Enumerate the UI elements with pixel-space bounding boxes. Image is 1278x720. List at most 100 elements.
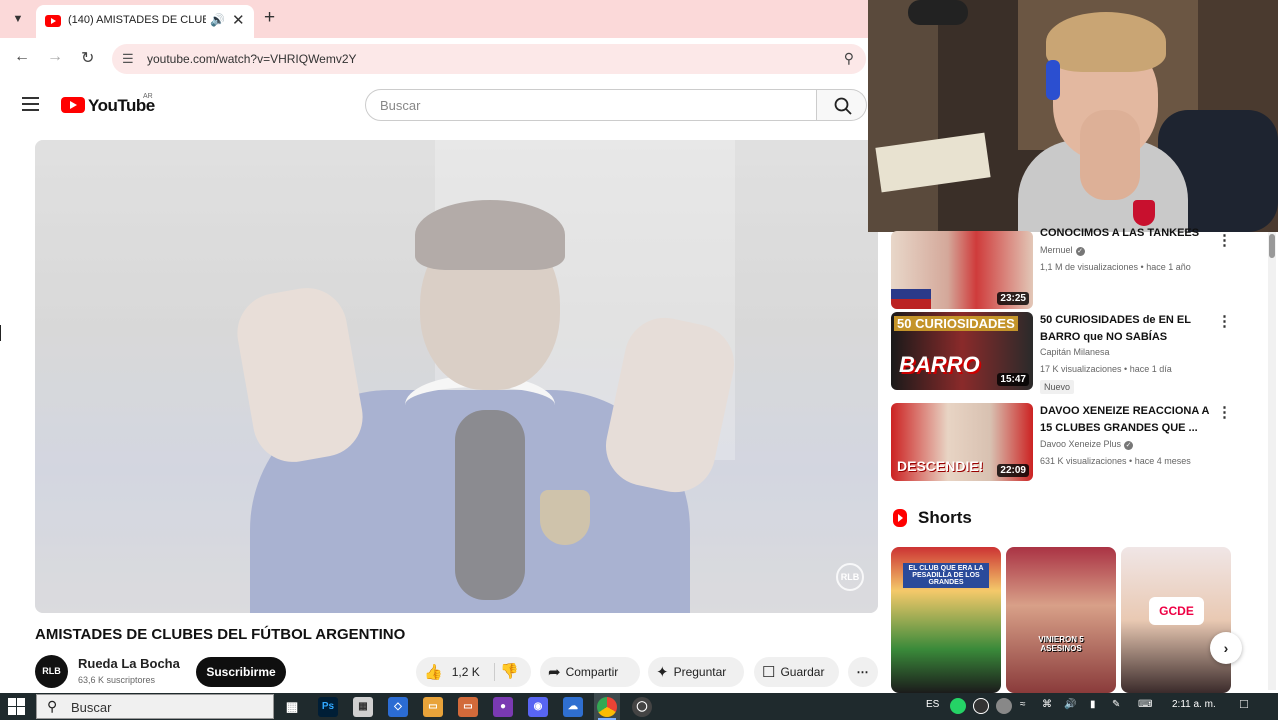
- recommendation-title[interactable]: CONOCIMOS A LAS TANKEES: [1040, 225, 1212, 242]
- taskbar-search-input[interactable]: ⚲ Buscar: [36, 694, 274, 719]
- more-horizontal-icon: ⋯: [856, 665, 870, 679]
- short-overlay-text: VINIERON 5 ASESINOS: [1038, 635, 1084, 653]
- recommendation-channel[interactable]: Mernuel ✓: [1040, 245, 1085, 256]
- language-indicator[interactable]: ES: [926, 699, 939, 710]
- clock-time[interactable]: 2:11 a. m.: [1172, 699, 1216, 710]
- recommendation-item[interactable]: 23:25 CONOCIMOS A LAS TANKEES Mernuel ✓ 1…: [891, 227, 1271, 313]
- new-tab-plus-icon[interactable]: +: [264, 7, 275, 29]
- share-label: Compartir: [565, 665, 619, 679]
- country-code: AR: [143, 93, 153, 100]
- discord-icon[interactable]: ◉: [528, 697, 548, 717]
- channel-name: Mernuel: [1040, 245, 1073, 255]
- recommendation-item[interactable]: 50 CURIOSIDADES BARRO 15:47 50 CURIOSIDA…: [891, 312, 1271, 394]
- mouse-cursor-icon: [1, 326, 7, 344]
- speaker-icon[interactable]: 🔊: [210, 13, 225, 27]
- video-overlay: [35, 140, 878, 613]
- obs-icon[interactable]: ◯: [632, 697, 652, 717]
- scrollbar-thumb[interactable]: [1269, 234, 1275, 258]
- video-thumbnail[interactable]: DESCENDIE! 22:09: [891, 403, 1033, 481]
- chrome-icon[interactable]: [597, 697, 617, 717]
- webcam-overlay: [868, 0, 1278, 232]
- save-button[interactable]: ☐ Guardar: [754, 657, 839, 687]
- recommendation-channel[interactable]: Davoo Xeneize Plus ✓: [1040, 439, 1134, 450]
- more-vertical-icon[interactable]: ⋮: [1217, 403, 1232, 421]
- tray-app-icon[interactable]: [996, 698, 1012, 714]
- reload-icon[interactable]: ↻: [81, 48, 94, 68]
- video-thumbnail[interactable]: 50 CURIOSIDADES BARRO 15:47: [891, 312, 1033, 390]
- recommendation-channel[interactable]: Capitán Milanesa: [1040, 347, 1110, 357]
- recommendation-meta: 1,1 M de visualizaciones • hace 1 año: [1040, 262, 1191, 272]
- volume-icon[interactable]: 🔊: [1064, 699, 1076, 710]
- streamer-hand: [1080, 110, 1140, 200]
- calculator-icon[interactable]: ▦: [353, 697, 373, 717]
- bookmark-icon: ☐: [762, 664, 776, 681]
- like-button[interactable]: 👍 1,2 K: [424, 657, 480, 688]
- chevron-right-icon[interactable]: ›: [1210, 632, 1242, 664]
- recommendation-meta: 17 K visualizaciones • hace 1 día: [1040, 364, 1172, 374]
- short-item[interactable]: VINIERON 5 ASESINOS: [1006, 547, 1116, 693]
- ask-label: Preguntar: [673, 665, 727, 679]
- recommendation-item[interactable]: DESCENDIE! 22:09 DAVOO XENEIZE REACCIONA…: [891, 403, 1271, 485]
- site-settings-icon[interactable]: ☰: [122, 51, 134, 67]
- hamburger-menu-icon[interactable]: [22, 97, 39, 111]
- channel-name[interactable]: Rueda La Bocha: [78, 656, 180, 671]
- windows-start-icon[interactable]: [8, 698, 25, 715]
- search-button[interactable]: [817, 89, 867, 121]
- folder-icon[interactable]: ▭: [458, 697, 478, 717]
- thumbnail-text: BARRO: [899, 352, 980, 377]
- sidebar-scrollbar[interactable]: [1268, 232, 1276, 690]
- subscribe-button[interactable]: Suscribirme: [196, 657, 286, 687]
- address-bar[interactable]: ☰ youtube.com/watch?v=VHRIQWemv2Y ⚲: [112, 44, 866, 74]
- search-icon: ⚲: [47, 698, 58, 714]
- ask-button[interactable]: ✦ Preguntar: [648, 657, 744, 687]
- app-icon[interactable]: ●: [493, 697, 513, 717]
- channel-avatar[interactable]: RLB: [35, 655, 68, 688]
- short-overlay-text: GCDE: [1149, 597, 1204, 625]
- pen-icon[interactable]: ✎: [1112, 699, 1120, 710]
- whatsapp-icon[interactable]: [950, 698, 966, 714]
- search-input[interactable]: Buscar: [365, 89, 817, 121]
- screen: ▼ (140) AMISTADES DE CLUBES 🔊 ✕ + ← → ↻ …: [0, 0, 1278, 720]
- more-vertical-icon[interactable]: ⋮: [1217, 312, 1232, 330]
- recommendation-title[interactable]: DAVOO XENEIZE REACCIONA A 15 CLUBES GRAN…: [1040, 403, 1212, 437]
- recommendation-title[interactable]: 50 CURIOSIDADES de EN EL BARRO que NO SA…: [1040, 312, 1212, 346]
- short-item[interactable]: GCDE: [1121, 547, 1231, 693]
- share-button[interactable]: ➦ Compartir: [540, 657, 640, 687]
- video-duration: 22:09: [997, 464, 1029, 477]
- forward-arrow-icon[interactable]: →: [47, 48, 63, 66]
- new-badge: Nuevo: [1040, 380, 1075, 394]
- tray-app-icon[interactable]: [973, 698, 989, 714]
- wifi-icon[interactable]: ⌘: [1042, 699, 1052, 710]
- streamer-hair: [1046, 12, 1166, 72]
- file-explorer-icon[interactable]: ▭: [423, 697, 443, 717]
- video-player[interactable]: RLB: [35, 140, 878, 613]
- channel-watermark[interactable]: RLB: [836, 563, 864, 591]
- zoom-icon[interactable]: ⚲: [844, 50, 854, 67]
- youtube-favicon-icon: [45, 15, 61, 27]
- short-overlay-text: EL CLUB QUE ERA LA PESADILLA DE LOS GRAN…: [903, 563, 989, 588]
- notifications-icon[interactable]: □: [1240, 696, 1248, 711]
- short-item[interactable]: EL CLUB QUE ERA LA PESADILLA DE LOS GRAN…: [891, 547, 1001, 693]
- tab-search-chevron-icon[interactable]: ▼: [8, 9, 28, 29]
- divider: [494, 663, 495, 681]
- more-vertical-icon[interactable]: ⋮: [1217, 231, 1232, 249]
- tab-title: (140) AMISTADES DE CLUBES: [68, 14, 206, 26]
- microphone: [908, 0, 968, 25]
- headset: [1046, 60, 1060, 100]
- keyboard-icon[interactable]: ⌨: [1138, 699, 1152, 710]
- video-thumbnail[interactable]: 23:25: [891, 231, 1033, 309]
- dislike-button[interactable]: 👎: [500, 657, 519, 687]
- task-view-icon[interactable]: ▦: [282, 697, 302, 717]
- shorts-logo-icon: [893, 509, 907, 527]
- verified-check-icon: ✓: [1075, 247, 1085, 256]
- close-tab-icon[interactable]: ✕: [232, 11, 245, 29]
- cloud-app-icon[interactable]: ☁: [563, 697, 583, 717]
- browser-tab-active[interactable]: (140) AMISTADES DE CLUBES 🔊 ✕: [36, 5, 254, 38]
- battery-icon[interactable]: ▮: [1090, 699, 1096, 710]
- video-duration: 23:25: [997, 292, 1029, 305]
- network-icon[interactable]: ≈: [1020, 699, 1026, 710]
- back-arrow-icon[interactable]: ←: [14, 48, 30, 66]
- more-actions-button[interactable]: ⋯: [848, 657, 878, 687]
- store-icon[interactable]: ◇: [388, 697, 408, 717]
- photoshop-icon[interactable]: Ps: [318, 697, 338, 717]
